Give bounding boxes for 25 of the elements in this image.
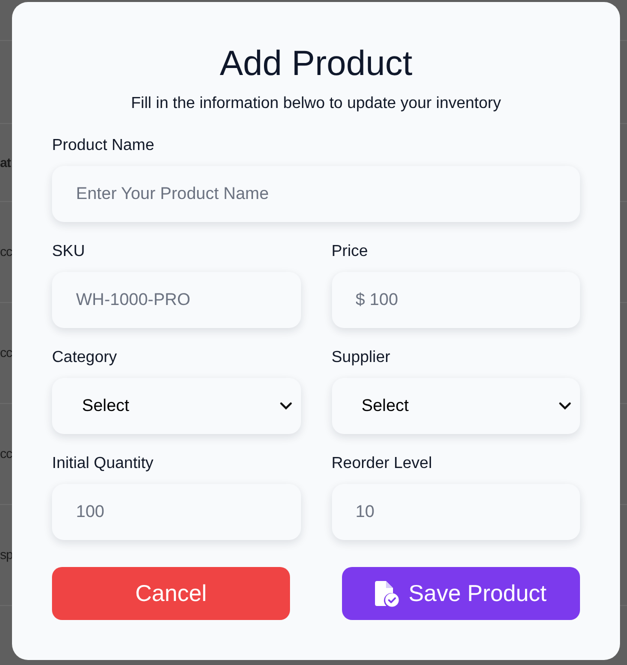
input-field[interactable]: Enter Your Product Name <box>52 166 580 222</box>
field-label: Reorder Level <box>332 454 432 474</box>
chevron-down-icon <box>559 402 571 410</box>
field-label: Category <box>52 348 117 368</box>
document-check-icon <box>375 580 400 606</box>
field-label: Price <box>332 242 368 262</box>
input-field[interactable]: $ 100 <box>332 272 580 328</box>
input-field[interactable]: 10 <box>332 484 580 540</box>
chevron-down-icon <box>280 402 292 410</box>
input-field[interactable]: 100 <box>52 484 300 540</box>
table-cell: cc <box>0 345 12 361</box>
field-label: Supplier <box>332 348 390 368</box>
table-cell: cc <box>0 446 12 462</box>
field-label: Initial Quantity <box>52 454 154 474</box>
table-cell: cc <box>0 244 12 260</box>
field-label: SKU <box>52 242 85 262</box>
input-field[interactable]: WH-1000-PRO <box>52 272 300 328</box>
save-button[interactable]: Save Product <box>342 567 580 620</box>
dropdown-field[interactable]: Select <box>332 378 580 434</box>
dialog-title: Add Product <box>220 43 412 85</box>
field-label: Product Name <box>52 136 154 156</box>
table-header-cell: at <box>0 154 11 170</box>
dialog-subtitle: Fill in the information belwo to update your inventory <box>131 94 501 114</box>
dropdown-field[interactable]: Select <box>52 378 300 434</box>
cancel-button[interactable]: Cancel <box>52 567 290 620</box>
